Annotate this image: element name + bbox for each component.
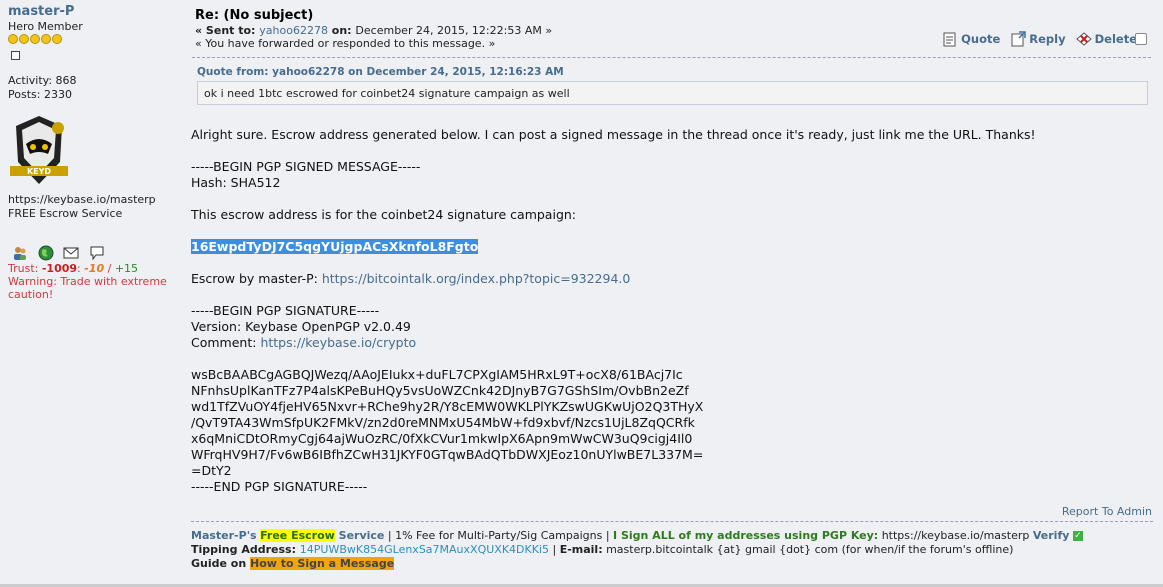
quote-icon xyxy=(943,32,956,47)
trust-negative: -1009 xyxy=(41,262,78,275)
quote-label: Quote xyxy=(961,32,1001,46)
pgp-sig-line: wd1TfZVuOY4fjeHV65Nxvr+RChe9hy2R/Y8cEMW0… xyxy=(191,399,704,414)
sent-info: « Sent to: yahoo62278 on: December 24, 2… xyxy=(195,24,552,37)
globe-icon[interactable] xyxy=(38,245,54,261)
star-icon xyxy=(52,34,62,44)
reply-icon xyxy=(1011,31,1027,47)
sig-guide-label: Guide on xyxy=(191,557,251,570)
page: master-P Hero Member Activity: 868 Posts… xyxy=(0,0,1163,587)
website-link[interactable]: https://keybase.io/masterp xyxy=(8,193,156,207)
delete-label: Delete xyxy=(1094,32,1137,46)
on-label: on: xyxy=(327,24,356,37)
avatar: KEYD xyxy=(8,114,70,190)
pgp-version: Version: Keybase OpenPGP v2.0.49 xyxy=(191,319,411,334)
activity-count: Activity: 868 xyxy=(8,74,77,87)
message-select-checkbox[interactable] xyxy=(1135,33,1147,45)
message-subject: Re: (No subject) xyxy=(195,8,314,23)
star-icon xyxy=(8,34,18,44)
rank-stars xyxy=(8,34,63,47)
sig-separator: | xyxy=(548,543,560,556)
signature-line-1: Master-P's Free Escrow Service | 1% Fee … xyxy=(191,529,1151,543)
trust-separator: / xyxy=(104,262,115,275)
user-checkbox[interactable] xyxy=(11,51,20,60)
escrow-by-label: Escrow by master-P: xyxy=(191,271,322,286)
signature-line-3: Guide on How to Sign a Message xyxy=(191,557,1151,571)
message-body: Alright sure. Escrow address generated b… xyxy=(191,127,1141,495)
member-rank: Hero Member xyxy=(8,20,83,33)
quote-header[interactable]: Quote from: yahoo62278 on December 24, 2… xyxy=(197,66,564,78)
pgp-comment-link[interactable]: https://keybase.io/crypto xyxy=(260,335,416,350)
pgp-sig-line: wsBcBAABCgAGBQJWezq/AAoJEIukx+duFL7CPXgI… xyxy=(191,367,683,382)
quote-block: ok i need 1btc escrowed for coinbet24 si… xyxy=(197,81,1148,105)
sig-tipping-address[interactable]: 14PUWBwK854GLenxSa7MAuxXQUXK4DKKi5 xyxy=(300,543,549,556)
sig-tipping-label: Tipping Address: xyxy=(191,543,300,556)
delete-icon xyxy=(1075,32,1092,46)
sig-free-escrow[interactable]: Free Escrow xyxy=(260,529,335,542)
sig-name: Master-P's xyxy=(191,529,257,542)
escrow-address[interactable]: 16EwpdTyDJ7C5qgYUjgpACsXknfoL8Fgto xyxy=(191,239,479,254)
escrow-purpose: This escrow address is for the coinbet24… xyxy=(191,207,577,222)
body-intro: Alright sure. Escrow address generated b… xyxy=(191,127,1036,142)
sig-fee: | 1% Fee for Multi-Party/Sig Campaigns | xyxy=(384,529,614,542)
recipient-link[interactable]: yahoo62278 xyxy=(259,24,328,37)
message-area: Re: (No subject) « Sent to: yahoo62278 o… xyxy=(182,0,1163,587)
profile-website: https://keybase.io/masterp FREE Escrow S… xyxy=(8,193,156,221)
people-icon[interactable] xyxy=(12,245,28,261)
username-link[interactable]: master-P xyxy=(8,4,74,19)
trust-rating: Trust: -1009: -10 / +15 Warning: Trade w… xyxy=(8,262,183,301)
sent-label: « Sent to: xyxy=(195,24,260,37)
pgp-signature-end: -----END PGP SIGNATURE----- xyxy=(191,479,368,494)
envelope-icon[interactable] xyxy=(63,245,79,261)
sig-guide-link[interactable]: How to Sign a Message xyxy=(250,557,395,570)
sig-verify[interactable]: Verify xyxy=(1033,529,1070,542)
user-signature: Master-P's Free Escrow Service | 1% Fee … xyxy=(191,529,1151,571)
delete-button[interactable]: Delete xyxy=(1075,31,1137,47)
star-icon xyxy=(41,34,51,44)
sig-email: masterp.bitcointalk {at} gmail {dot} com… xyxy=(602,543,1014,556)
profile-tagline: FREE Escrow Service xyxy=(8,207,123,220)
report-to-admin-link[interactable]: Report To Admin xyxy=(1062,505,1152,518)
pgp-comment-label: Comment: xyxy=(191,335,261,350)
header-divider xyxy=(192,57,1151,58)
quote-text: ok i need 1btc escrowed for coinbet24 si… xyxy=(204,87,570,100)
posts-count: Posts: 2330 xyxy=(8,88,72,101)
sent-suffix: » xyxy=(541,24,553,37)
pgp-sig-line: /QvT9TA43WmSfpUK2FMkV/zn2d0reMNMxU54MbW+… xyxy=(191,415,695,430)
pgp-hash: Hash: SHA512 xyxy=(191,175,281,190)
star-icon xyxy=(30,34,40,44)
star-icon xyxy=(19,34,29,44)
pgp-sig-line: WFrqHV9H7/Fv6wB6IBfhZCwH31JKYF0GTqwBAdQT… xyxy=(191,447,704,462)
activity-stats: Activity: 868 Posts: 2330 xyxy=(8,74,77,102)
sig-keybase-link[interactable]: https://keybase.io/masterp xyxy=(878,529,1033,542)
trust-label: Trust: xyxy=(8,262,42,275)
quote-button[interactable]: Quote xyxy=(942,31,1000,47)
escrow-thread-link[interactable]: https://bitcointalk.org/index.php?topic=… xyxy=(322,271,631,286)
pgp-sig-line: =DtY2 xyxy=(191,463,232,478)
trust-recent: -10 xyxy=(84,262,105,275)
reply-label: Reply xyxy=(1029,32,1066,46)
checkmark-icon: ✓ xyxy=(1072,531,1083,541)
sent-date: December 24, 2015, 12:22:53 AM xyxy=(355,24,542,37)
pgp-sig-line: x6qMniCDtORmyCgj64ajWuOzRC/0fXkCVur1mkwI… xyxy=(191,431,693,446)
pgp-begin: -----BEGIN PGP SIGNED MESSAGE----- xyxy=(191,159,421,174)
sig-email-label: E-mail: xyxy=(559,543,603,556)
forwarded-notice: « You have forwarded or responded to thi… xyxy=(195,37,496,50)
reply-button[interactable]: Reply xyxy=(1010,31,1066,47)
sig-service: Service xyxy=(334,529,385,542)
svg-text:KEYD: KEYD xyxy=(27,167,51,176)
pgp-sig-line: NFnhsUplKanTFz7P4alsKPeBuHQy5vsUoWZCnk42… xyxy=(191,383,689,398)
pgp-signature-begin: -----BEGIN PGP SIGNATURE----- xyxy=(191,303,380,318)
signature-line-2: Tipping Address: 14PUWBwK854GLenxSa7MAux… xyxy=(191,543,1151,557)
trust-warning: Warning: Trade with extreme caution! xyxy=(8,275,167,301)
sig-sign-all: I Sign ALL of my addresses using PGP Key… xyxy=(613,529,879,542)
message-actions: Quote Reply Delete xyxy=(942,31,1137,47)
speech-bubble-icon[interactable] xyxy=(89,245,105,261)
poster-profile: master-P Hero Member Activity: 868 Posts… xyxy=(0,0,182,587)
signature-divider xyxy=(191,521,1153,522)
trust-positive: +15 xyxy=(114,262,139,275)
